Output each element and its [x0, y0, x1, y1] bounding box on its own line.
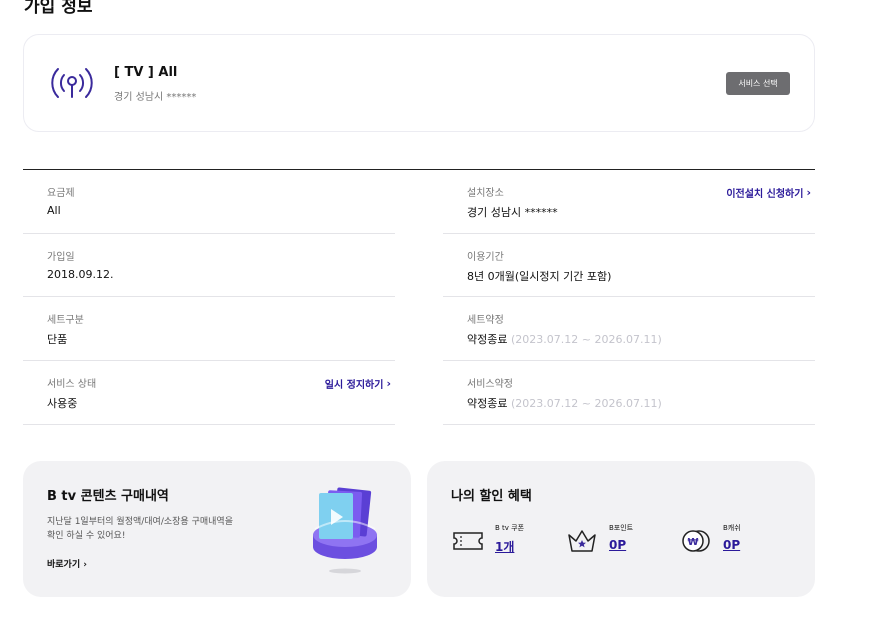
subscription-info-table: 요금제 All 가입일 2018.09.12. 세트구분 단품 서비스 상태 사… — [23, 169, 815, 425]
go-to-purchase-history-link[interactable]: 바로가기 › — [47, 557, 87, 570]
benefit-label: B포인트 — [609, 524, 634, 532]
pause-service-link[interactable]: 일시 정지하기 › — [325, 376, 391, 391]
description-line: 확인 하실 수 있어요! — [47, 531, 126, 541]
info-label: 가입일 — [47, 251, 75, 263]
benefit-value[interactable]: 0P — [609, 538, 626, 552]
contract-period: (2023.07.12 ~ 2026.07.11) — [510, 397, 662, 411]
info-value: 단품 — [47, 333, 68, 347]
info-value: 2018.09.12. — [47, 267, 114, 281]
benefit-cash[interactable]: ₩ B캐쉬 0P — [679, 521, 769, 561]
info-value: All — [47, 204, 61, 217]
info-row-install-location: 설치장소 경기 성남시 ****** 이전설치 신청하기 › — [443, 170, 815, 234]
coupon-icon — [453, 532, 483, 550]
benefit-label: B tv 쿠폰 — [495, 524, 525, 532]
info-row-service-status: 서비스 상태 사용중 일시 정지하기 › — [23, 361, 395, 425]
cash-coin-icon: ₩ — [682, 530, 710, 552]
discount-benefits-card: 나의 할인 혜택 B tv 쿠폰 1개 B포인트 0P ₩ B캐쉬 0P — [427, 461, 815, 597]
benefit-value[interactable]: 0P — [723, 538, 740, 552]
service-select-button[interactable]: 서비스 선택 — [726, 72, 790, 95]
info-row-set-contract: 세트약정 약정종료 (2023.07.12 ~ 2026.07.11) — [443, 297, 815, 362]
chevron-right-icon: › — [386, 377, 391, 391]
info-value: 경기 성남시 ****** — [467, 206, 558, 219]
relocation-request-link-label: 이전설치 신청하기 — [726, 189, 804, 200]
benefit-label: B캐쉬 — [723, 524, 741, 532]
broadcast-antenna-icon — [51, 68, 93, 98]
info-label: 세트약정 — [467, 315, 504, 327]
contract-period: (2023.07.12 ~ 2026.07.11) — [510, 333, 662, 347]
info-value: 사용중 — [47, 397, 78, 411]
benefit-points[interactable]: B포인트 0P — [565, 521, 655, 561]
service-name: [ TV ] All — [114, 65, 178, 80]
info-label: 설치장소 — [467, 188, 504, 199]
benefit-coupon[interactable]: B tv 쿠폰 1개 — [451, 521, 541, 561]
service-card: [ TV ] All 경기 성남시 ****** 서비스 선택 — [23, 34, 815, 132]
service-address: 경기 성남시 ****** — [114, 92, 197, 103]
relocation-request-link[interactable]: 이전설치 신청하기 › — [726, 185, 811, 200]
chevron-right-icon: › — [83, 560, 87, 570]
info-row-service-contract: 서비스약정 약정종료 (2023.07.12 ~ 2026.07.11) — [443, 361, 815, 425]
info-label: 요금제 — [47, 188, 75, 199]
info-row-usage-period: 이용기간 8년 0개월(일시정지 기간 포함) — [443, 234, 815, 298]
description-line: 지난달 1일부터의 월정액/대여/소장용 구매내역을 — [47, 517, 233, 527]
chevron-right-icon: › — [806, 186, 811, 199]
info-row-set-type: 세트구분 단품 — [23, 297, 395, 362]
svg-text:₩: ₩ — [687, 537, 698, 548]
info-column-right: 설치장소 경기 성남시 ****** 이전설치 신청하기 › 이용기간 8년 0… — [443, 170, 815, 425]
info-value: 8년 0개월(일시정지 기간 포함) — [467, 269, 612, 283]
info-value: 약정종료 (2023.07.12 ~ 2026.07.11) — [467, 395, 662, 411]
page-title: 가입 정보 — [24, 0, 93, 17]
info-column-left: 요금제 All 가입일 2018.09.12. 세트구분 단품 서비스 상태 사… — [23, 170, 395, 425]
info-row-join-date: 가입일 2018.09.12. — [23, 234, 395, 298]
info-row-plan: 요금제 All — [23, 170, 395, 234]
crown-icon — [568, 530, 596, 552]
go-link-label: 바로가기 — [47, 560, 81, 570]
info-value: 약정종료 (2023.07.12 ~ 2026.07.11) — [467, 331, 662, 347]
purchase-history-card: B tv 콘텐츠 구매내역 지난달 1일부터의 월정액/대여/소장용 구매내역을… — [23, 461, 411, 597]
purchase-history-title: B tv 콘텐츠 구매내역 — [47, 489, 169, 504]
content-library-illustration-icon — [313, 487, 377, 574]
contract-status: 약정종료 — [467, 333, 508, 347]
info-label: 서비스약정 — [467, 379, 513, 391]
info-label: 이용기간 — [467, 251, 504, 263]
contract-status: 약정종료 — [467, 397, 508, 411]
discount-benefits-title: 나의 할인 혜택 — [451, 489, 532, 504]
pause-service-link-label: 일시 정지하기 — [324, 380, 384, 392]
benefit-value[interactable]: 1개 — [495, 538, 514, 555]
purchase-history-description: 지난달 1일부터의 월정액/대여/소장용 구매내역을 확인 하실 수 있어요! — [47, 515, 257, 543]
info-label: 서비스 상태 — [47, 379, 97, 391]
info-label: 세트구분 — [47, 315, 84, 327]
